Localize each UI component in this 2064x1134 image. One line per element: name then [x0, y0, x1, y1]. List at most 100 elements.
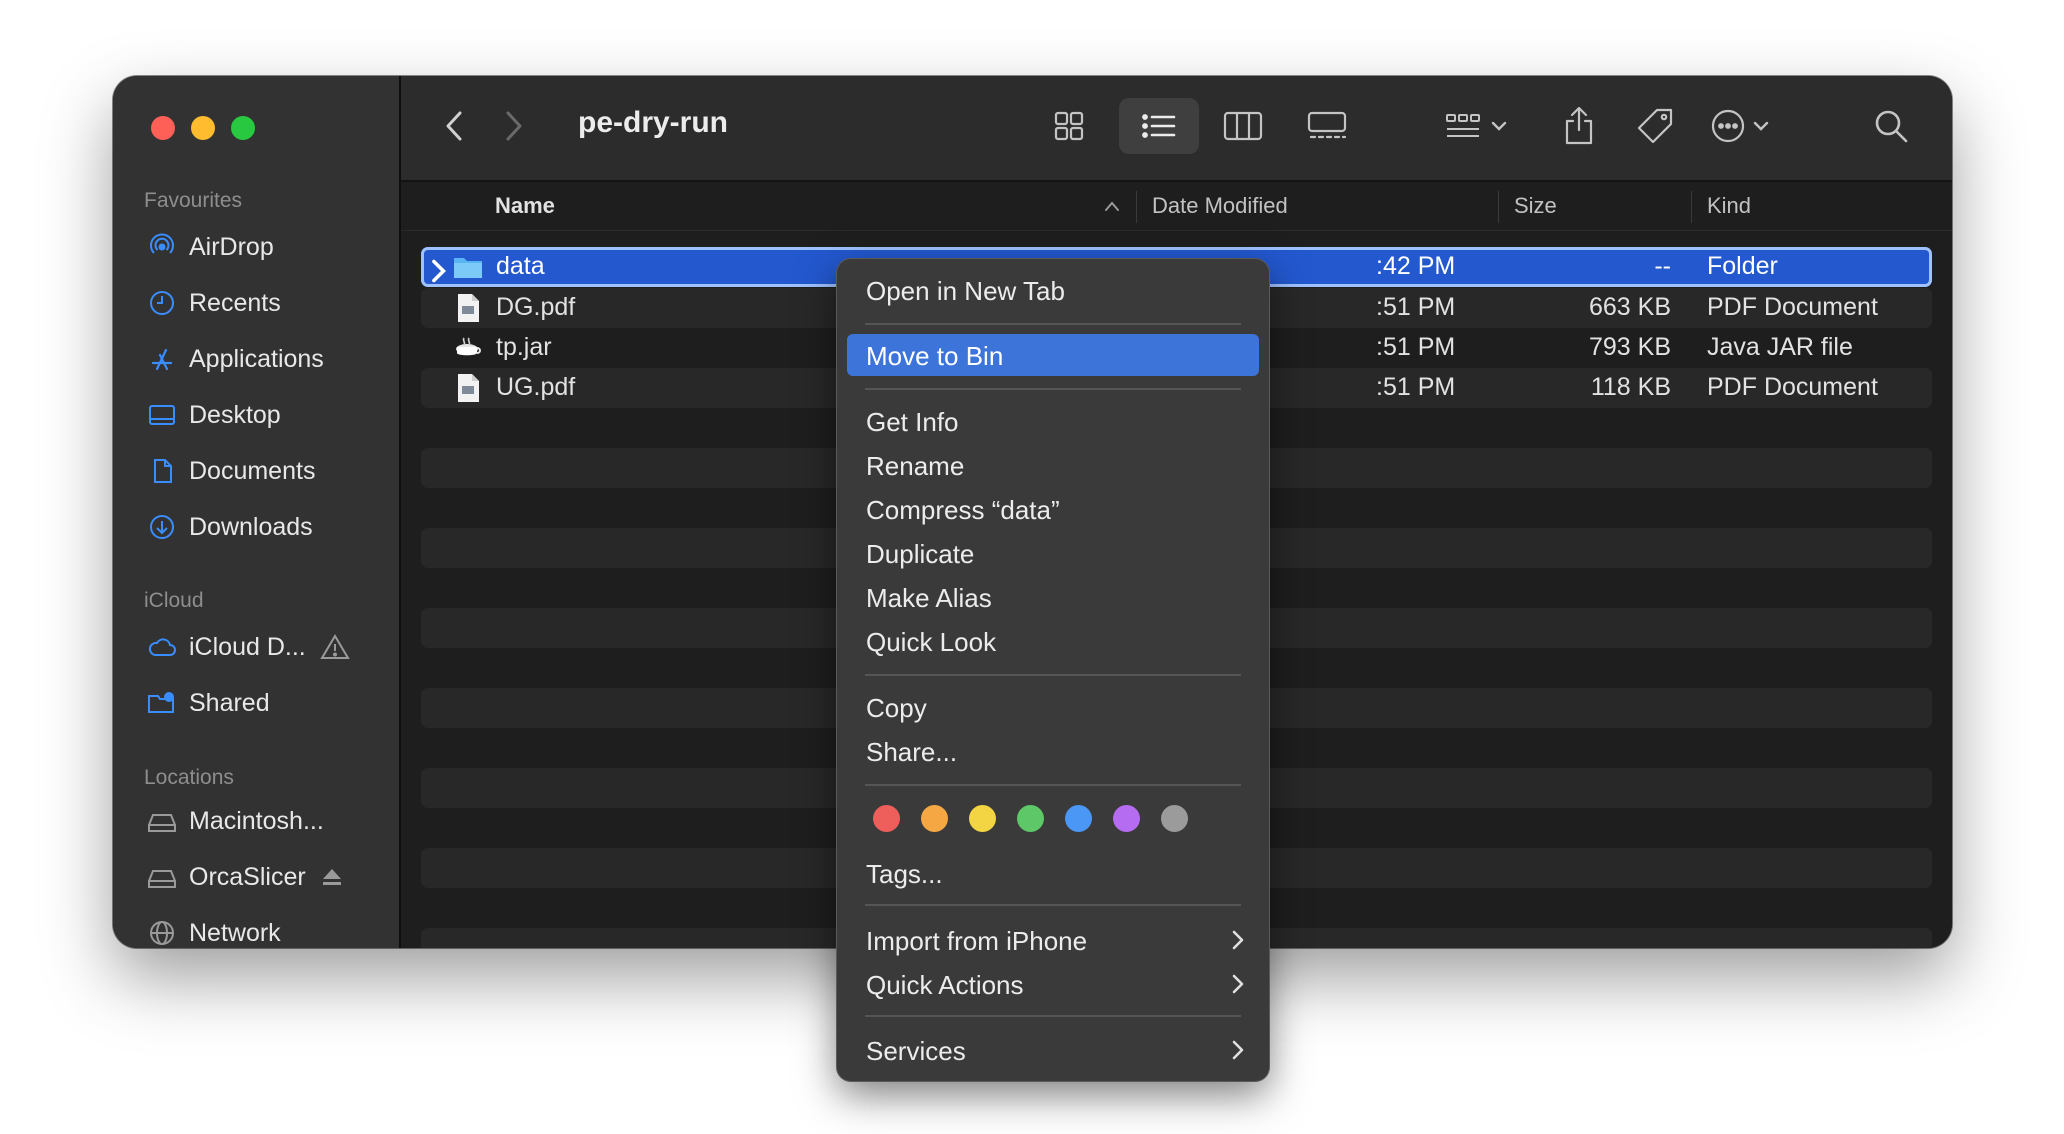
back-button[interactable]: [435, 106, 475, 146]
sidebar-item-icloud-drive[interactable]: iCloud D...: [147, 627, 350, 667]
sidebar-item-downloads[interactable]: Downloads: [147, 507, 313, 547]
eject-icon[interactable]: [320, 865, 344, 889]
clock-icon: [147, 288, 177, 318]
share-icon: [1565, 106, 1593, 145]
icon-view-button[interactable]: [1049, 106, 1089, 146]
menu-separator: [865, 1015, 1241, 1017]
menu-item-make-alias[interactable]: Make Alias: [847, 576, 1259, 618]
column-view-button[interactable]: [1221, 106, 1265, 146]
menu-item-label: Open in New Tab: [866, 276, 1065, 306]
sort-ascending-icon: [1105, 201, 1119, 211]
sidebar-item-network[interactable]: Network: [147, 913, 281, 948]
share-button[interactable]: [1557, 100, 1601, 150]
menu-item-import-from-iphone[interactable]: Import from iPhone: [847, 919, 1259, 961]
tag-red-dot[interactable]: [873, 805, 900, 832]
tag-gray-dot[interactable]: [1161, 805, 1188, 832]
pdf-file-icon: [458, 374, 479, 402]
search-icon: [1875, 110, 1908, 143]
menu-item-label: Services: [866, 1036, 966, 1066]
column-header-name[interactable]: Name: [495, 193, 555, 219]
toolbar: pe-dry-run: [401, 76, 1952, 182]
sidebar-item-label: Documents: [189, 456, 316, 485]
tag-orange-dot[interactable]: [921, 805, 948, 832]
shared-folder-icon: [147, 688, 177, 718]
menu-item-share[interactable]: Share...: [847, 730, 1259, 772]
column-header-size[interactable]: Size: [1514, 193, 1557, 219]
file-name: tp.jar: [496, 333, 552, 361]
menu-item-quick-look[interactable]: Quick Look: [847, 620, 1259, 662]
tag-blue-dot[interactable]: [1065, 805, 1092, 832]
column-header-kind[interactable]: Kind: [1707, 193, 1751, 219]
file-size: --: [1654, 252, 1671, 280]
sidebar-item-label: iCloud D...: [189, 632, 306, 661]
applications-icon: [147, 344, 177, 374]
jar-file-icon: [456, 337, 481, 356]
chevron-right-icon: [1232, 1040, 1244, 1060]
menu-item-duplicate[interactable]: Duplicate: [847, 532, 1259, 574]
warning-icon: [319, 633, 350, 661]
file-size: 118 KB: [1590, 373, 1671, 401]
sidebar-item-label: Downloads: [189, 512, 313, 541]
column-header-date-modified[interactable]: Date Modified: [1152, 193, 1288, 219]
menu-item-compress[interactable]: Compress “data”: [847, 488, 1259, 530]
menu-item-move-to-bin[interactable]: Move to Bin: [847, 334, 1259, 376]
sidebar-item-macintosh-hd[interactable]: Macintosh...: [147, 801, 324, 841]
sidebar-item-orcaslicer[interactable]: OrcaSlicer: [147, 857, 344, 897]
menu-item-label: Make Alias: [866, 583, 992, 613]
menu-separator: [865, 904, 1241, 906]
menu-item-rename[interactable]: Rename: [847, 444, 1259, 486]
column-divider: [1498, 191, 1499, 223]
more-actions-button[interactable]: [1705, 106, 1775, 146]
menu-item-label: Move to Bin: [866, 341, 1004, 371]
chevron-down-icon: [1491, 121, 1507, 131]
search-button[interactable]: [1869, 104, 1913, 148]
ellipsis-circle-icon: [1711, 109, 1745, 143]
group-by-button[interactable]: [1441, 106, 1511, 146]
menu-separator: [865, 323, 1241, 325]
zoom-window-button[interactable]: [231, 116, 255, 140]
gallery-view-button[interactable]: [1305, 106, 1349, 146]
menu-item-label: Duplicate: [866, 539, 975, 569]
sidebar-item-label: Macintosh...: [189, 806, 324, 835]
sidebar-item-applications[interactable]: Applications: [147, 339, 324, 379]
file-size: 663 KB: [1588, 293, 1671, 321]
tag-green-dot[interactable]: [1017, 805, 1044, 832]
sidebar-item-desktop[interactable]: Desktop: [147, 395, 281, 435]
sidebar-item-airdrop[interactable]: AirDrop: [147, 227, 274, 267]
menu-item-copy[interactable]: Copy: [847, 686, 1259, 728]
tag-purple-dot[interactable]: [1113, 805, 1140, 832]
chevron-left-icon: [446, 111, 462, 141]
menu-item-services[interactable]: Services: [847, 1029, 1259, 1071]
menu-item-get-info[interactable]: Get Info: [847, 400, 1259, 442]
menu-item-open-in-new-tab[interactable]: Open in New Tab: [847, 269, 1259, 311]
list-view-button[interactable]: [1139, 106, 1179, 146]
menu-item-tags[interactable]: Tags...: [847, 852, 1259, 894]
minimize-window-button[interactable]: [191, 116, 215, 140]
forward-button[interactable]: [493, 106, 533, 146]
sidebar-item-documents[interactable]: Documents: [147, 451, 315, 491]
menu-separator: [865, 388, 1241, 390]
column-headers: Name Date Modified Size Kind: [401, 182, 1952, 231]
tag-button[interactable]: [1633, 102, 1677, 150]
cloud-icon: [147, 632, 177, 662]
sidebar-item-recents[interactable]: Recents: [147, 283, 281, 323]
menu-item-label: Copy: [866, 693, 927, 723]
gallery-icon: [1307, 111, 1347, 139]
disclosure-chevron-icon[interactable]: [423, 256, 453, 286]
sidebar-section-favourites: Favourites: [144, 189, 243, 212]
tag-yellow-dot[interactable]: [969, 805, 996, 832]
sidebar-item-label: Desktop: [189, 400, 281, 429]
file-date: :42 PM: [1376, 252, 1456, 280]
menu-item-quick-actions[interactable]: Quick Actions: [847, 963, 1259, 1005]
airdrop-icon: [147, 232, 177, 262]
close-window-button[interactable]: [151, 116, 175, 140]
menu-item-label: Quick Actions: [866, 970, 1024, 1000]
file-kind: PDF Document: [1707, 293, 1878, 321]
chevron-down-icon: [1753, 121, 1769, 131]
sidebar-item-shared[interactable]: Shared: [147, 683, 270, 723]
sidebar-item-label: AirDrop: [189, 232, 274, 261]
menu-item-label: Quick Look: [866, 627, 997, 657]
disk-icon: [147, 862, 177, 892]
file-kind: Java JAR file: [1707, 333, 1853, 361]
folder-icon: [454, 258, 482, 278]
